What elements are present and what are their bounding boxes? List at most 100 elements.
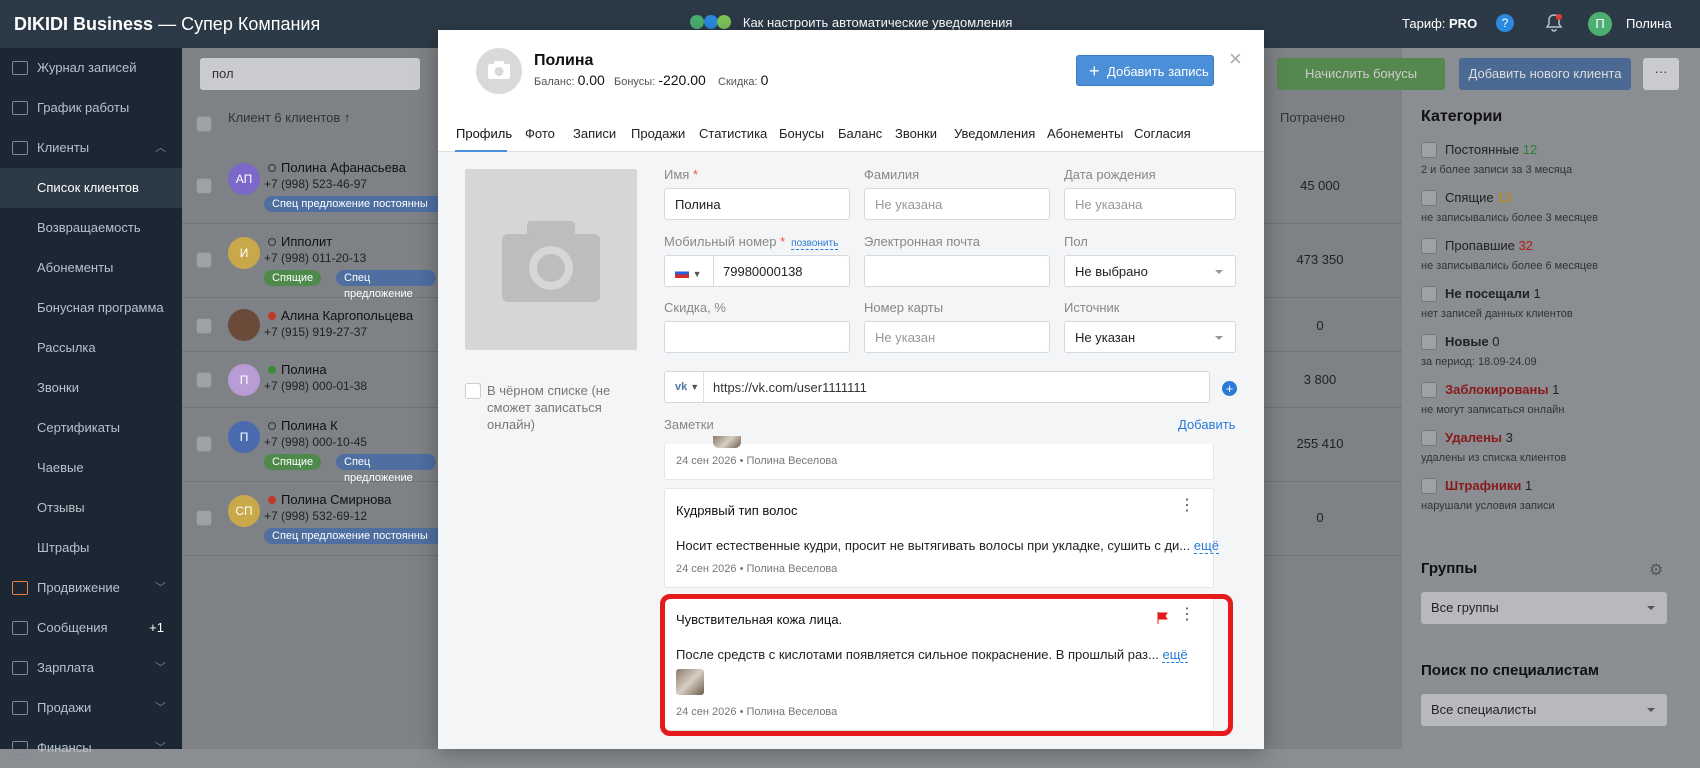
client-phone: +7 (998) 011-20-13 <box>264 251 367 265</box>
card-number-label: Номер карты <box>864 300 944 315</box>
last-name-input[interactable]: Не указана <box>864 188 1050 220</box>
note-card[interactable]: Кудрявый тип волос ⋮ Носит естественные … <box>664 488 1219 588</box>
sidebar-item-fines[interactable]: Штрафы <box>0 528 182 568</box>
category-checkbox[interactable] <box>1421 190 1437 206</box>
highlight-annotation <box>660 594 1233 736</box>
last-name-label: Фамилия <box>864 167 920 182</box>
user-avatar[interactable]: П <box>1588 12 1612 36</box>
row-checkbox[interactable] <box>196 510 212 526</box>
sidebar-item-promotion[interactable]: Продвижение ﹀ <box>0 568 182 608</box>
sidebar-item-salary[interactable]: Зарплата ﹀ <box>0 648 182 688</box>
sidebar-item-client-list[interactable]: Список клиентов <box>0 168 182 208</box>
groups-select[interactable]: Все группы <box>1421 592 1667 624</box>
add-client-button[interactable]: Добавить нового клиента <box>1459 58 1631 90</box>
social-link-input[interactable]: vk ▼ https://vk.com/user1111111 <box>664 371 1210 403</box>
user-name[interactable]: Полина <box>1626 16 1672 31</box>
client-name[interactable]: Полина Афанасьева <box>268 160 406 175</box>
chevron-down-icon: ﹀ <box>155 662 166 674</box>
bell-icon[interactable] <box>1544 13 1564 33</box>
row-checkbox[interactable] <box>196 252 212 268</box>
more-options-button[interactable]: ··· <box>1643 58 1679 90</box>
client-name[interactable]: Ипполит <box>268 234 332 249</box>
sidebar-item-subscriptions[interactable]: Абонементы <box>0 248 182 288</box>
sidebar-item-schedule[interactable]: График работы <box>0 88 182 128</box>
chevron-down-icon: ﹀ <box>155 582 166 594</box>
users-icon <box>12 141 28 155</box>
checkbox[interactable] <box>465 383 481 399</box>
column-header-client[interactable]: Клиент 6 клиентов ↑ <box>228 110 350 125</box>
client-search-input[interactable]: пол <box>200 58 420 90</box>
sidebar-item-retention[interactable]: Возвращаемость <box>0 208 182 248</box>
client-spent: 0 <box>1316 510 1324 525</box>
groups-title: Группы <box>1421 560 1478 577</box>
brand-logo[interactable]: DIKIDI Business — Супер Компания <box>14 14 320 35</box>
notes-label: Заметки <box>664 417 714 432</box>
category-checkbox[interactable] <box>1421 430 1437 446</box>
row-checkbox[interactable] <box>196 372 212 388</box>
sidebar-item-reviews[interactable]: Отзывы <box>0 488 182 528</box>
client-photo-upload[interactable] <box>465 169 637 350</box>
category-checkbox[interactable] <box>1421 334 1437 350</box>
sidebar-item-sales[interactable]: Продажи ﹀ <box>0 688 182 728</box>
sidebar-item-journal[interactable]: Журнал записей <box>0 48 182 88</box>
select-all-checkbox[interactable] <box>196 116 212 132</box>
add-note-link[interactable]: Добавить <box>1178 417 1235 432</box>
client-tag: Спящие <box>264 270 322 286</box>
source-select[interactable]: Не указан <box>1064 321 1236 353</box>
kebab-menu-icon[interactable]: ⋮ <box>1179 498 1195 514</box>
help-icon[interactable]: ? <box>1496 14 1514 32</box>
first-name-input[interactable]: Полина <box>664 188 850 220</box>
client-name[interactable]: Полина <box>268 362 327 377</box>
chevron-down-icon: ▼ <box>692 269 702 279</box>
column-header-spent[interactable]: Потрачено <box>1280 110 1345 125</box>
category-checkbox[interactable] <box>1421 142 1437 158</box>
sidebar-item-certificates[interactable]: Сертификаты <box>0 408 182 448</box>
call-link[interactable]: позвонить <box>791 238 839 250</box>
gender-select[interactable]: Не выбрано <box>1064 255 1236 287</box>
card-number-input[interactable]: Не указан <box>864 321 1050 353</box>
status-dot <box>268 312 276 320</box>
discount-input[interactable] <box>664 321 850 353</box>
sidebar-item-messages[interactable]: Сообщения +1 <box>0 608 182 648</box>
sidebar-item-mailing[interactable]: Рассылка <box>0 328 182 368</box>
client-name[interactable]: Алина Каргопольцева <box>268 308 413 323</box>
row-checkbox[interactable] <box>196 436 212 452</box>
blacklist-checkbox[interactable]: В чёрном списке (не сможет записаться он… <box>465 382 625 433</box>
client-spent: 0 <box>1316 318 1324 333</box>
sidebar-item-tips[interactable]: Чаевые <box>0 448 182 488</box>
camera-icon <box>502 221 600 302</box>
client-phone: +7 (915) 919-27-37 <box>264 325 368 339</box>
category-checkbox[interactable] <box>1421 382 1437 398</box>
expand-note-link[interactable]: ещё <box>1193 538 1219 554</box>
birth-date-input[interactable]: Не указана <box>1064 188 1236 220</box>
status-dot <box>268 164 276 172</box>
row-checkbox[interactable] <box>196 318 212 334</box>
sidebar-item-calls[interactable]: Звонки <box>0 368 182 408</box>
email-input[interactable] <box>864 255 1050 287</box>
sidebar-item-bonus-program[interactable]: Бонусная программа <box>0 288 182 328</box>
note-title: Кудрявый тип волос <box>676 503 798 518</box>
note-card[interactable]: 24 сен 2026 • Полина Веселова <box>664 436 1214 480</box>
add-social-link-icon[interactable]: + <box>1222 381 1237 396</box>
messages-count: +1 <box>149 620 164 635</box>
note-photo-thumbnail[interactable] <box>713 436 741 448</box>
client-name[interactable]: Полина Смирнова <box>268 492 391 507</box>
sidebar-item-clients[interactable]: Клиенты ︿ <box>0 128 182 168</box>
client-spent: 255 410 <box>1296 436 1344 451</box>
category-checkbox[interactable] <box>1421 286 1437 302</box>
avatar: СП <box>228 495 260 527</box>
tariff-indicator[interactable]: Тариф: PRO <box>1402 16 1477 31</box>
category-checkbox[interactable] <box>1421 238 1437 254</box>
country-selector[interactable]: ▼ <box>675 265 702 280</box>
gear-icon[interactable]: ⚙ <box>1649 560 1663 580</box>
specialists-select[interactable]: Все специалисты <box>1421 694 1667 726</box>
category-checkbox[interactable] <box>1421 478 1437 494</box>
sidebar-item-finance[interactable]: Финансы ﹀ <box>0 728 182 768</box>
add-bonus-button[interactable]: Начислить бонусы <box>1277 58 1445 90</box>
chevron-up-icon: ︿ <box>155 142 166 154</box>
client-name[interactable]: Полина К <box>268 418 338 433</box>
avatar: П <box>228 421 260 453</box>
calendar-icon <box>12 101 28 115</box>
row-checkbox[interactable] <box>196 178 212 194</box>
phone-input[interactable]: ▼ 79980000138 <box>664 255 850 287</box>
